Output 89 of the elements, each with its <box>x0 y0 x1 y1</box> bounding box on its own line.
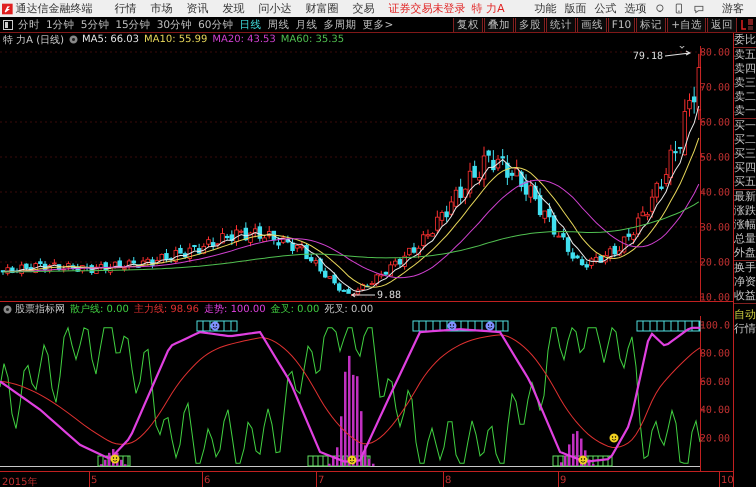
quote-field-label: 涨跌 <box>734 204 756 218</box>
ma-value: MA5: 66.03 <box>82 34 140 45</box>
indicator-name[interactable]: 股票指标网 <box>15 302 65 316</box>
axis-label: 100.0 <box>700 320 730 332</box>
menu-item[interactable]: 版面 <box>564 1 587 16</box>
quote-field-label: 买一 <box>734 119 756 133</box>
quote-field-label: 收益 <box>734 289 756 303</box>
date-label: 7 <box>318 475 324 486</box>
axis-label: 60.00 <box>700 376 730 388</box>
quote-field-label: 外盘 <box>734 246 756 260</box>
indicator-value: 散户线: 0.00 <box>70 302 129 316</box>
menu-item[interactable]: 交易 <box>352 1 375 16</box>
axis-label: 40.00 <box>700 405 730 416</box>
menu-item[interactable]: 问小达 <box>258 1 292 16</box>
stock-name: 特 力A <box>472 1 505 16</box>
period-tab[interactable]: 月线 <box>296 18 318 32</box>
quote-button[interactable]: 行情 <box>734 322 756 336</box>
quote-field-label: 卖五 <box>734 48 756 62</box>
menu-item[interactable]: 发现 <box>222 1 245 16</box>
axis-label: 80.00 <box>700 348 730 360</box>
date-label: 2015年 <box>2 476 38 487</box>
user-name[interactable]: 游客 <box>722 1 744 16</box>
axis-label: 30.00 <box>700 222 730 234</box>
quote-field-label: 卖四 <box>734 62 756 76</box>
menu-item[interactable]: 资讯 <box>186 1 209 16</box>
toolbar-button[interactable]: 画线 <box>576 18 607 32</box>
quote-field-label: 委比 <box>734 33 756 47</box>
axis-label: 50.00 <box>700 152 730 164</box>
login-status[interactable]: 证券交易未登录 <box>388 1 466 16</box>
auto-button[interactable]: 自动 <box>734 308 756 322</box>
quote-field-label: 最新 <box>734 190 756 204</box>
axis-label: 20.00 <box>700 433 730 444</box>
period-tab[interactable]: 周线 <box>268 18 290 32</box>
period-tab[interactable]: 30分钟 <box>156 18 192 32</box>
ma-value: MA20: 43.53 <box>212 34 276 45</box>
period-tab[interactable]: 5分钟 <box>80 18 110 32</box>
axis-label: 40.00 <box>700 188 730 198</box>
date-label: 6 <box>204 475 210 486</box>
period-tab[interactable]: 更多> <box>362 18 394 32</box>
indicator-value: 死叉: 0.00 <box>324 303 374 316</box>
menu-item[interactable]: 财富圈 <box>306 1 339 16</box>
quote-field-label: 卖一 <box>734 104 756 118</box>
quote-field-label: 卖三 <box>734 76 756 90</box>
quote-field-label: 买四 <box>734 161 756 175</box>
menu-item[interactable]: 行情 <box>114 1 137 16</box>
axis-label: 10.00 <box>700 292 730 301</box>
toolbar-button[interactable]: 复权 <box>452 18 483 32</box>
date-label: 10 <box>721 475 734 486</box>
ma-value: MA10: 55.99 <box>144 34 208 45</box>
price-label: 79.18 <box>632 51 663 62</box>
menu-item[interactable]: 市场 <box>150 1 173 16</box>
axis-label: 80.00 <box>700 48 730 58</box>
axis-label: 20.00 <box>700 258 730 268</box>
quote-field-label: 卖二 <box>734 90 756 104</box>
toolbar-button[interactable]: +自选 <box>667 18 706 32</box>
quote-field-label: 总量 <box>734 232 756 246</box>
period-tab[interactable]: 日线 <box>240 18 262 32</box>
menu-item[interactable]: 选项 <box>624 1 647 16</box>
quote-field-label: 买二 <box>734 133 756 147</box>
period-tab[interactable]: 分时 <box>18 18 40 32</box>
period-tab[interactable]: 1分钟 <box>46 18 75 32</box>
toolbar-button[interactable]: 多股 <box>514 18 545 32</box>
ma-value: MA60: 35.35 <box>280 34 344 45</box>
menu-item[interactable]: 公式 <box>594 1 617 16</box>
app-title: 通达信金融终端 <box>16 1 93 16</box>
axis-label: 60.00 <box>700 118 730 128</box>
menu-item[interactable]: 功能 <box>534 1 557 16</box>
indicator-value: 主力线: 98.96 <box>134 302 200 316</box>
date-label: 5 <box>91 475 98 486</box>
indicator-value: 金叉: 0.00 <box>270 303 320 316</box>
toolbar-button[interactable]: 标记 <box>636 18 666 32</box>
quote-field-label: 换手 <box>734 261 756 275</box>
stock-title: 特 力A (日线) <box>3 34 64 46</box>
toolbar-button[interactable]: F10 <box>608 18 636 32</box>
date-label: 8 <box>445 475 452 486</box>
axis-label: 70.00 <box>700 82 730 94</box>
indicator-value: 走势: 100.00 <box>204 302 266 316</box>
period-tab[interactable]: 15分钟 <box>115 18 151 32</box>
date-label: 9 <box>560 475 566 486</box>
quote-field-label: 买三 <box>734 147 756 161</box>
toolbar-button[interactable]: 返回 <box>707 18 737 32</box>
quote-field-label: 涨幅 <box>734 218 756 232</box>
period-tab[interactable]: 多周期 <box>324 18 356 32</box>
toolbar-button[interactable]: 统计 <box>546 18 576 32</box>
quote-field-label: 买五 <box>734 175 756 189</box>
price-label: 9.88 <box>377 290 402 301</box>
period-tab[interactable]: 60分钟 <box>198 18 234 32</box>
quote-field-label: 净资 <box>734 275 756 289</box>
toolbar-button[interactable]: 叠加 <box>484 18 514 32</box>
